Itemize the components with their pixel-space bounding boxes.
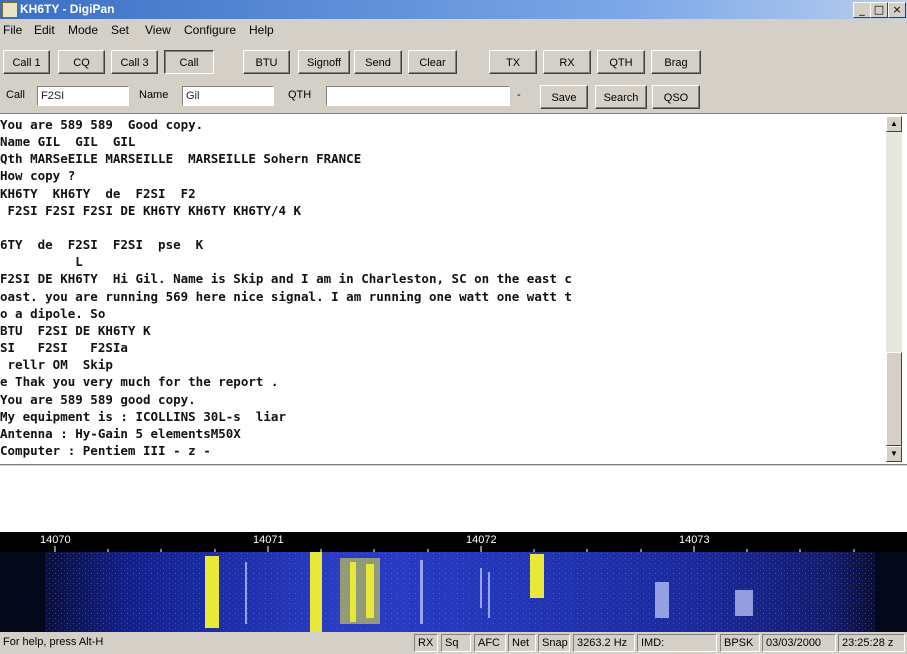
freq-label: 14072 <box>466 534 497 546</box>
call-button[interactable]: Call <box>164 50 214 74</box>
send-button[interactable]: Send <box>354 50 402 74</box>
receive-line: Antenna : Hy-Gain 5 elementsM50X <box>0 425 241 441</box>
frequency-readout: 3263.2 Hz <box>573 634 635 652</box>
afc-indicator: AFC <box>474 634 506 652</box>
receive-line: L <box>0 254 83 270</box>
squelch-indicator: Sq <box>441 634 471 652</box>
receive-line: You are 589 589 good copy. <box>0 391 196 407</box>
receive-scrollbar[interactable]: ▲ ▼ <box>886 116 902 462</box>
call1-button[interactable]: Call 1 <box>3 50 50 74</box>
receive-line: KH6TY KH6TY de F2SI F2 <box>0 185 196 201</box>
minimize-button[interactable]: _ <box>853 2 871 18</box>
qth-field[interactable] <box>326 86 510 106</box>
receive-line: F2SI DE KH6TY Hi Gil. Name is Skip and I… <box>0 271 572 287</box>
menu-bar: File Edit Mode Set View Configure Help <box>0 19 907 41</box>
save-button[interactable]: Save <box>540 85 588 109</box>
receive-line: o a dipole. So <box>0 305 106 321</box>
freq-label: 14071 <box>253 534 284 546</box>
help-text: For help, press Alt-H <box>3 636 104 648</box>
receive-line: BTU F2SI DE KH6TY K <box>0 322 151 338</box>
mode-indicator: BPSK <box>720 634 760 652</box>
close-button[interactable]: × <box>888 2 906 18</box>
search-button[interactable]: Search <box>595 85 647 109</box>
scroll-down-icon[interactable]: ▼ <box>886 446 902 462</box>
transmit-pane[interactable] <box>0 466 907 532</box>
signoff-button[interactable]: Signoff <box>298 50 350 74</box>
receive-line: You are 589 589 Good copy. <box>0 117 204 132</box>
brag-button[interactable]: Brag <box>651 50 701 74</box>
status-bar: For help, press Alt-H RX Sq AFC Net Snap… <box>0 632 907 654</box>
menu-edit[interactable]: Edit <box>34 23 55 37</box>
receive-line: F2SI F2SI F2SI DE KH6TY KH6TY KH6TY/4 K <box>0 202 302 218</box>
name-label: Name <box>139 89 169 101</box>
dash-text: - <box>517 89 521 101</box>
cq-button[interactable]: CQ <box>58 50 105 74</box>
receive-line: Qth MARSeEILE MARSEILLE MARSEILLE Sohern… <box>0 151 362 167</box>
call-label: Call <box>6 89 25 101</box>
receive-line: oast. you are running 569 here nice sign… <box>0 288 572 304</box>
scroll-thumb[interactable] <box>886 352 902 446</box>
waterfall-display[interactable]: 14070 14071 14072 14073 <box>0 532 907 632</box>
net-indicator: Net <box>508 634 536 652</box>
frequency-scale: 14070 14071 14072 14073 <box>0 532 907 552</box>
menu-file[interactable]: File <box>3 23 22 37</box>
menu-mode[interactable]: Mode <box>68 23 98 37</box>
btu-button[interactable]: BTU <box>243 50 290 74</box>
clear-button[interactable]: Clear <box>408 50 457 74</box>
freq-label: 14070 <box>40 534 71 546</box>
receive-pane[interactable]: You are 589 589 Good copy. Name GIL GIL … <box>0 113 907 465</box>
freq-label: 14073 <box>679 534 710 546</box>
rx-button[interactable]: RX <box>543 50 591 74</box>
receive-line: Computer : Pentiem III - z - <box>0 442 211 458</box>
qth-button[interactable]: QTH <box>597 50 645 74</box>
menu-configure[interactable]: Configure <box>184 23 236 37</box>
receive-line: SI F2SI F2SIa <box>0 340 128 356</box>
rx-indicator: RX <box>414 634 438 652</box>
receive-line: How copy ? <box>0 168 76 184</box>
time-readout: 23:25:28 z <box>838 634 905 652</box>
receive-line: 6TY de F2SI F2SI pse K <box>0 237 204 253</box>
qth-label: QTH <box>288 89 312 101</box>
qso-button[interactable]: QSO <box>652 85 700 109</box>
menu-help[interactable]: Help <box>249 23 274 37</box>
receive-line: Name GIL GIL GIL <box>0 134 136 150</box>
receive-text: You are 589 589 Good copy. Name GIL GIL … <box>0 116 885 459</box>
macro-toolbar: Call 1 CQ Call 3 Call BTU Signoff Send C… <box>0 44 907 80</box>
snap-indicator: Snap <box>538 634 570 652</box>
log-toolbar: Call F2SI Name Gil QTH - Save Search QSO <box>0 83 907 112</box>
name-field[interactable]: Gil <box>182 86 274 106</box>
tx-button[interactable]: TX <box>489 50 537 74</box>
date-readout: 03/03/2000 <box>762 634 836 652</box>
receive-line: My equipment is : ICOLLINS 30L-s liar <box>0 408 286 424</box>
window-title: KH6TY - DigiPan <box>20 2 115 16</box>
scroll-up-icon[interactable]: ▲ <box>886 116 902 132</box>
receive-line: rellr OM Skip <box>0 357 113 373</box>
app-icon <box>2 2 18 18</box>
title-bar: KH6TY - DigiPan _ □ × <box>0 0 907 19</box>
maximize-button[interactable]: □ <box>870 2 888 18</box>
imd-readout: IMD: <box>637 634 717 652</box>
frequency-ticks <box>54 546 855 552</box>
call3-button[interactable]: Call 3 <box>111 50 158 74</box>
menu-set[interactable]: Set <box>111 23 129 37</box>
menu-view[interactable]: View <box>145 23 171 37</box>
receive-line: e Thak you very much for the report . <box>0 374 279 390</box>
call-field[interactable]: F2SI <box>37 86 129 106</box>
waterfall-spectrum[interactable] <box>0 552 907 632</box>
